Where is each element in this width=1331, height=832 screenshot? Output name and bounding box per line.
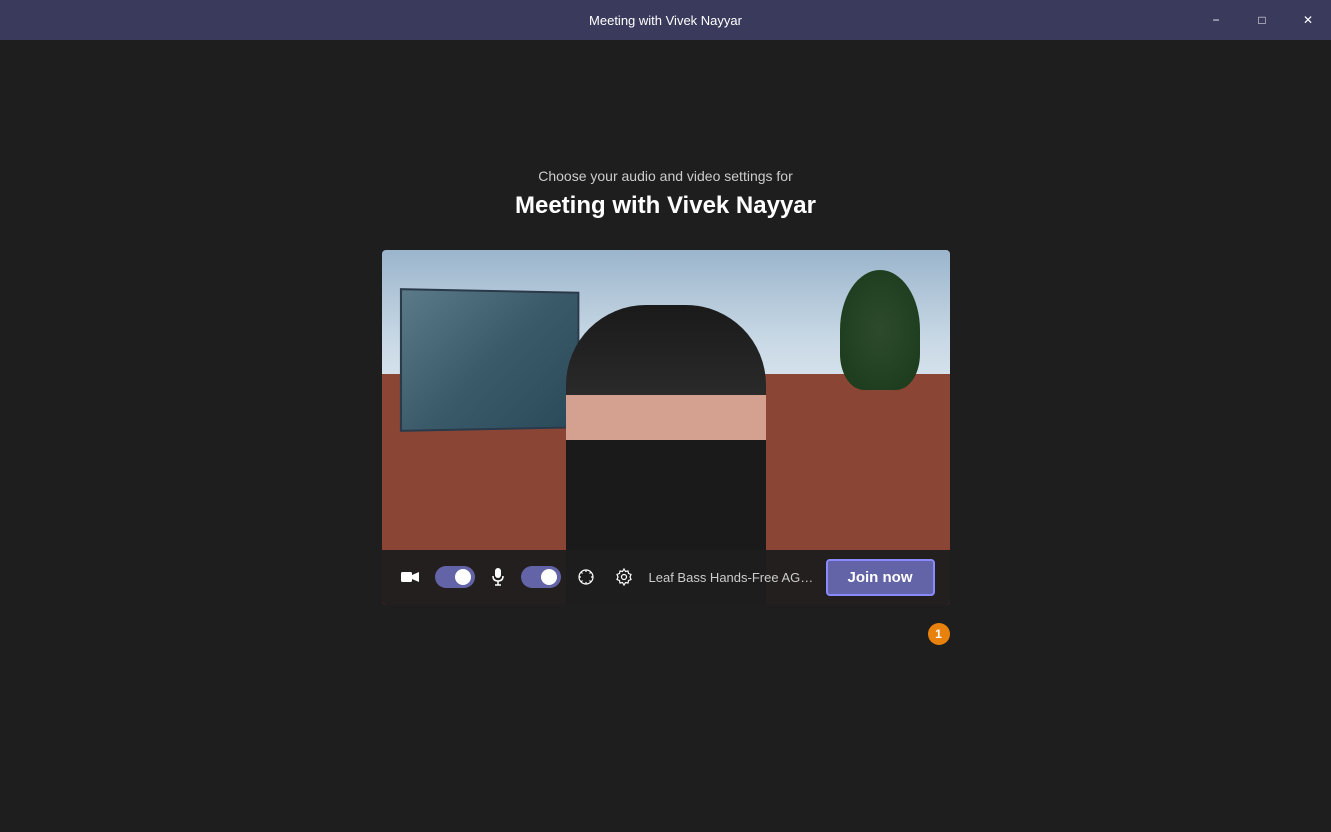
microphone-icon xyxy=(491,568,505,586)
camera-icon xyxy=(401,570,419,584)
titlebar: Meeting with Vivek Nayyar − □ ✕ xyxy=(0,0,1331,40)
glass-panel xyxy=(399,288,578,432)
video-toggle[interactable] xyxy=(435,566,475,588)
notification-badge: 1 xyxy=(928,623,950,645)
window-controls: − □ ✕ xyxy=(1193,0,1331,40)
badge-wrapper: 1 xyxy=(928,623,950,645)
join-now-button[interactable]: Join now xyxy=(826,559,935,596)
video-preview: Leaf Bass Hands-Free AG Au... Join now xyxy=(382,250,950,605)
minimize-icon: − xyxy=(1212,13,1219,27)
maximize-icon: □ xyxy=(1258,13,1265,27)
mic-toggle[interactable] xyxy=(521,566,561,588)
camera-button[interactable] xyxy=(397,566,423,588)
maximize-button[interactable]: □ xyxy=(1239,0,1285,40)
close-button[interactable]: ✕ xyxy=(1285,0,1331,40)
mic-button[interactable] xyxy=(487,564,509,590)
video-preview-container: Leaf Bass Hands-Free AG Au... Join now 1 xyxy=(382,250,950,625)
settings-button[interactable] xyxy=(611,564,637,590)
gear-icon xyxy=(615,568,633,586)
meeting-title: Meeting with Vivek Nayyar xyxy=(515,192,816,220)
main-content: Choose your audio and video settings for… xyxy=(0,40,1331,832)
minimize-button[interactable]: − xyxy=(1193,0,1239,40)
controls-bar: Leaf Bass Hands-Free AG Au... Join now xyxy=(382,550,950,605)
audio-device-label: Leaf Bass Hands-Free AG Au... xyxy=(649,570,814,585)
effects-button[interactable] xyxy=(573,564,599,590)
tree-element xyxy=(840,270,920,390)
effects-icon xyxy=(577,568,595,586)
titlebar-title: Meeting with Vivek Nayyar xyxy=(589,13,742,28)
close-icon: ✕ xyxy=(1303,13,1313,27)
settings-subtitle: Choose your audio and video settings for xyxy=(538,168,793,184)
